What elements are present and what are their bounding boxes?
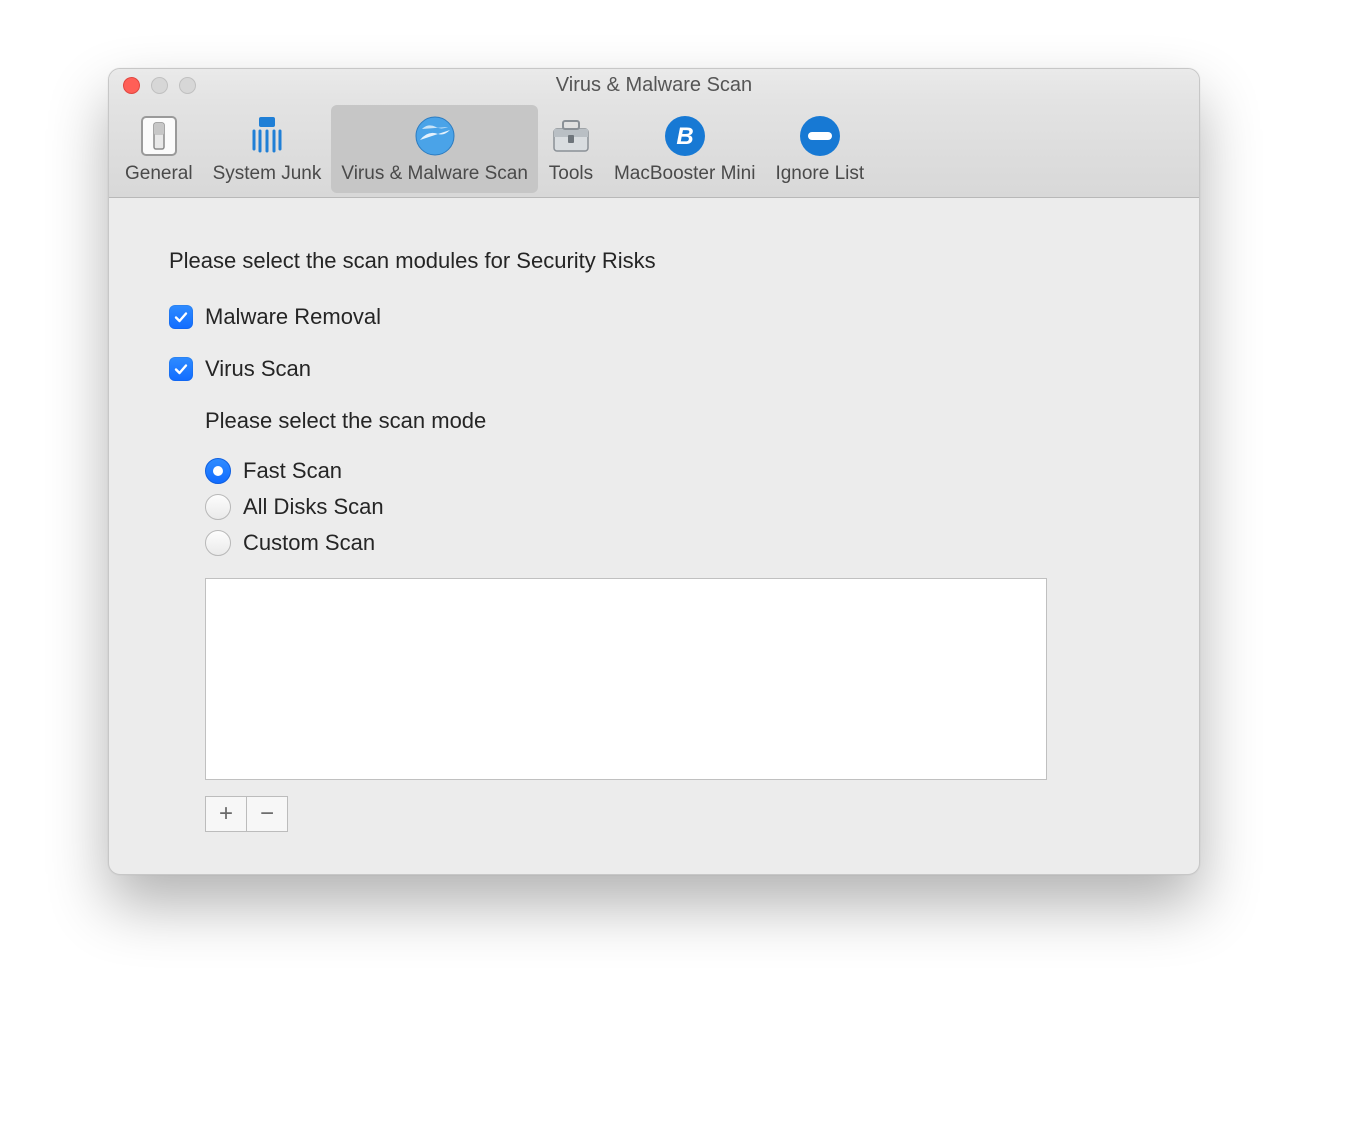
globe-icon: [412, 113, 458, 159]
preferences-window: Virus & Malware Scan General: [108, 68, 1200, 875]
tab-label: General: [125, 163, 193, 185]
checkbox-malware-removal[interactable]: Malware Removal: [169, 304, 1139, 330]
tab-label: Tools: [549, 163, 593, 185]
toolbar: General System Junk: [109, 101, 1199, 198]
tab-tools[interactable]: Tools: [538, 105, 604, 193]
switch-icon: [136, 113, 182, 159]
do-not-enter-icon: [797, 113, 843, 159]
radio-label: All Disks Scan: [243, 494, 384, 520]
zoom-window-button[interactable]: [179, 77, 196, 94]
plus-icon: +: [219, 802, 233, 826]
radio-fast-scan[interactable]: Fast Scan: [205, 458, 1139, 484]
minimize-window-button[interactable]: [151, 77, 168, 94]
radio-custom-scan[interactable]: Custom Scan: [205, 530, 1139, 556]
intro-text: Please select the scan modules for Secur…: [169, 248, 1139, 274]
checkbox-label: Malware Removal: [205, 304, 381, 330]
tab-macbooster-mini[interactable]: B MacBooster Mini: [604, 105, 766, 193]
tab-label: System Junk: [213, 163, 322, 185]
radio-label: Fast Scan: [243, 458, 342, 484]
remove-path-button[interactable]: −: [246, 797, 287, 831]
tab-label: Ignore List: [775, 163, 864, 185]
checkbox-icon: [169, 305, 193, 329]
window-title: Virus & Malware Scan: [109, 74, 1199, 97]
radio-label: Custom Scan: [243, 530, 375, 556]
svg-text:B: B: [676, 123, 693, 150]
scan-mode-heading: Please select the scan mode: [205, 408, 1139, 434]
close-window-button[interactable]: [123, 77, 140, 94]
scan-mode-group: Fast Scan All Disks Scan Custom Scan: [205, 458, 1139, 556]
radio-icon: [205, 494, 231, 520]
checkbox-icon: [169, 357, 193, 381]
macbooster-badge-icon: B: [662, 113, 708, 159]
add-path-button[interactable]: +: [206, 797, 246, 831]
content-pane: Please select the scan modules for Secur…: [109, 198, 1199, 872]
radio-icon: [205, 530, 231, 556]
tab-ignore-list[interactable]: Ignore List: [765, 105, 874, 193]
checkbox-label: Virus Scan: [205, 356, 311, 382]
add-remove-bar: + −: [205, 796, 288, 832]
tab-label: MacBooster Mini: [614, 163, 756, 185]
checkbox-virus-scan[interactable]: Virus Scan: [169, 356, 1139, 382]
minus-icon: −: [260, 802, 274, 826]
radio-all-disks-scan[interactable]: All Disks Scan: [205, 494, 1139, 520]
traffic-lights: [109, 77, 196, 94]
tab-label: Virus & Malware Scan: [341, 163, 528, 185]
tab-virus-malware-scan[interactable]: Virus & Malware Scan: [331, 105, 538, 193]
titlebar: Virus & Malware Scan: [109, 69, 1199, 101]
custom-scan-paths-list[interactable]: [205, 578, 1047, 780]
tab-system-junk[interactable]: System Junk: [203, 105, 332, 193]
toolbox-icon: [548, 113, 594, 159]
broom-icon: [244, 113, 290, 159]
tab-general[interactable]: General: [115, 105, 203, 193]
radio-icon: [205, 458, 231, 484]
